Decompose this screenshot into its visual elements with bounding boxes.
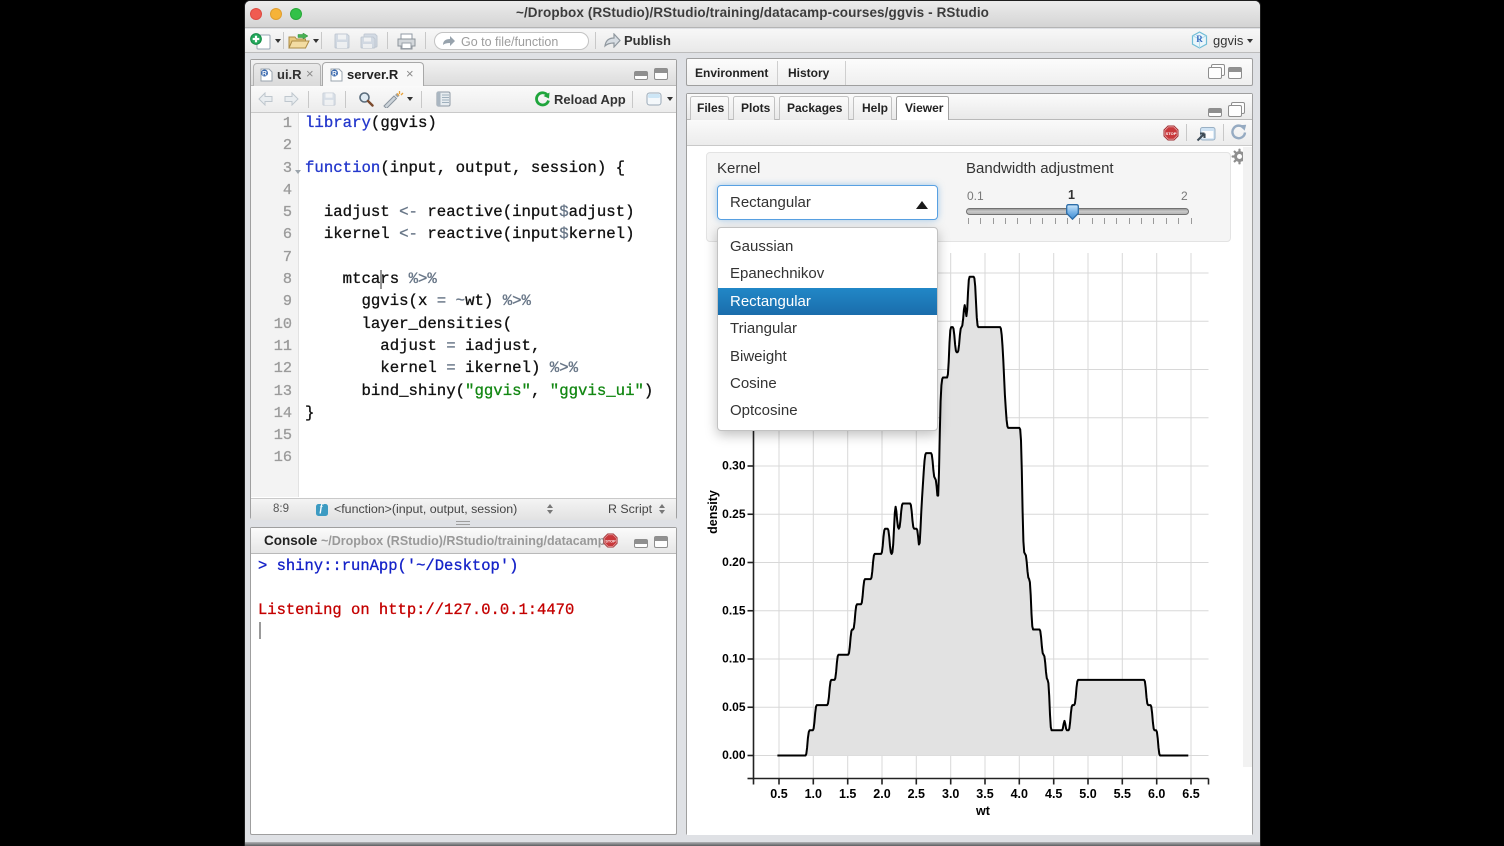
svg-text:2.0: 2.0 xyxy=(873,787,890,801)
svg-text:0.00: 0.00 xyxy=(722,748,746,762)
svg-text:6.0: 6.0 xyxy=(1148,787,1165,801)
svg-text:1.5: 1.5 xyxy=(839,787,856,801)
svg-text:2.5: 2.5 xyxy=(908,787,925,801)
svg-text:4.5: 4.5 xyxy=(1045,787,1062,801)
svg-text:STOP: STOP xyxy=(605,539,616,543)
svg-text:STOP: STOP xyxy=(1166,131,1177,136)
svg-text:0.25: 0.25 xyxy=(722,507,746,521)
svg-text:wt: wt xyxy=(975,804,991,818)
svg-text:density: density xyxy=(706,490,720,534)
svg-text:R: R xyxy=(332,71,337,78)
svg-text:5.5: 5.5 xyxy=(1114,787,1131,801)
svg-text:5.0: 5.0 xyxy=(1079,787,1096,801)
svg-text:3.0: 3.0 xyxy=(942,787,959,801)
svg-text:1.0: 1.0 xyxy=(805,787,822,801)
svg-text:0.5: 0.5 xyxy=(770,787,787,801)
svg-text:3.5: 3.5 xyxy=(976,787,993,801)
svg-text:4.0: 4.0 xyxy=(1011,787,1028,801)
svg-text:0.20: 0.20 xyxy=(722,555,746,569)
svg-text:R: R xyxy=(262,71,267,78)
svg-text:0.30: 0.30 xyxy=(722,459,746,473)
svg-text:6.5: 6.5 xyxy=(1182,787,1199,801)
svg-text:0.05: 0.05 xyxy=(722,700,746,714)
svg-text:0.15: 0.15 xyxy=(722,603,746,617)
svg-text:R: R xyxy=(1196,34,1203,44)
svg-text:0.10: 0.10 xyxy=(722,652,746,666)
